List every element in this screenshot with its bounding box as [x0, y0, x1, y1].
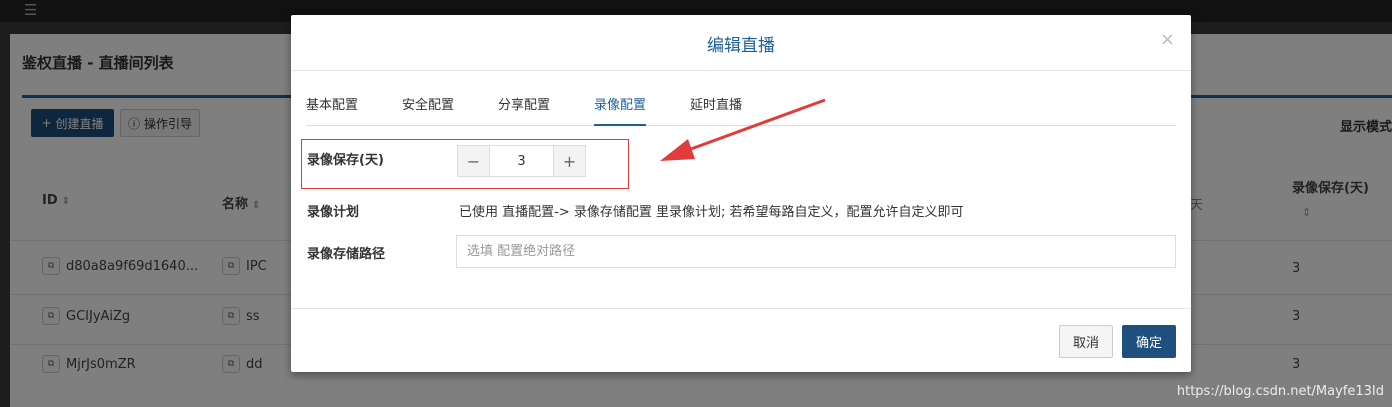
edit-live-modal: 编辑直播 × 基本配置 安全配置 分享配置 录像配置 延时直播 录像保存(天) …	[291, 15, 1191, 372]
record-plan-text: 已使用 直播配置-> 录像存储配置 里录像计划; 若希望每路自定义，配置允许自定…	[459, 205, 964, 220]
modal-title: 编辑直播	[707, 36, 775, 56]
modal-footer: 取消 确定	[291, 308, 1191, 372]
arrow-head	[660, 139, 695, 161]
cancel-button[interactable]: 取消	[1059, 325, 1113, 358]
record-path-label: 录像存储路径	[307, 247, 386, 262]
record-path-input[interactable]	[456, 235, 1176, 268]
tab-share-config[interactable]: 分享配置	[498, 96, 550, 126]
arrow-shaft	[679, 98, 826, 155]
record-save-input[interactable]	[490, 146, 553, 176]
increment-button[interactable]: +	[553, 146, 585, 176]
tab-basic-config[interactable]: 基本配置	[306, 96, 358, 126]
modal-header: 编辑直播 ×	[291, 15, 1191, 71]
annotation-arrow	[660, 98, 826, 161]
tab-record-config[interactable]: 录像配置	[594, 96, 647, 126]
record-plan-label: 录像计划	[307, 205, 360, 220]
record-save-stepper: − +	[457, 145, 586, 177]
watermark-text: https://blog.csdn.net/Mayfe13Id	[1176, 384, 1384, 399]
record-save-label: 录像保存(天)	[307, 153, 384, 168]
close-icon[interactable]: ×	[1160, 29, 1175, 50]
decrement-button[interactable]: −	[458, 146, 490, 176]
confirm-button[interactable]: 确定	[1122, 325, 1176, 358]
tab-security-config[interactable]: 安全配置	[402, 96, 454, 126]
